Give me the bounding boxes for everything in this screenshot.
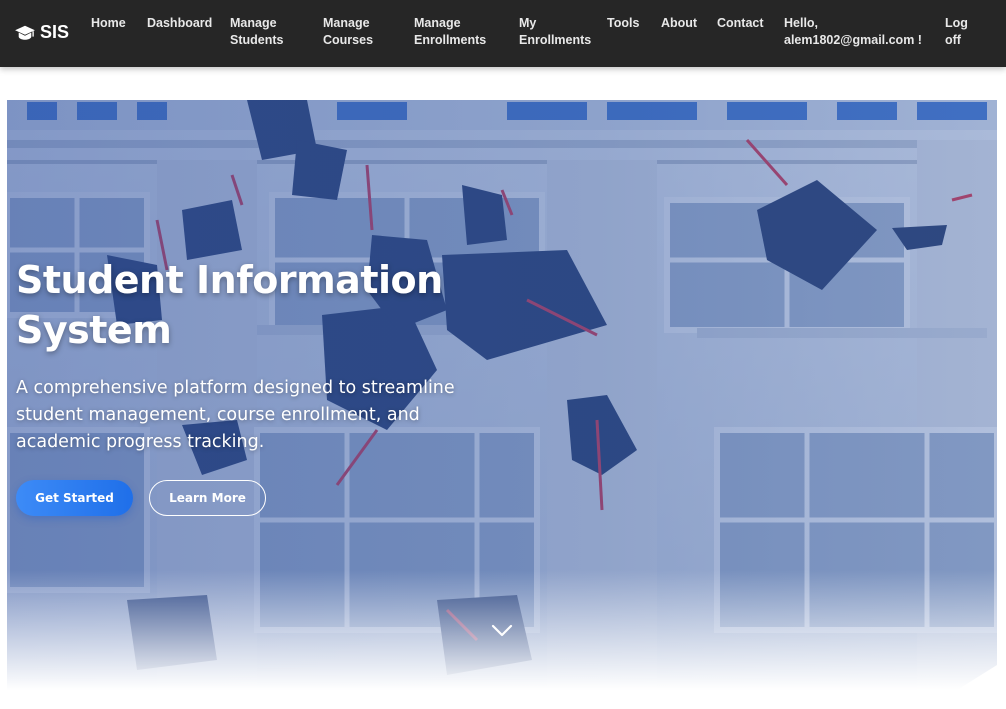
hero-title: Student Information System <box>16 258 443 352</box>
hero-section: Student Information System A comprehensi… <box>7 100 997 690</box>
chevron-down-icon[interactable] <box>491 624 513 638</box>
get-started-button[interactable]: Get Started <box>16 480 133 516</box>
nav-about[interactable]: About <box>661 15 697 32</box>
nav-dashboard[interactable]: Dashboard <box>147 15 212 32</box>
nav-contact[interactable]: Contact <box>717 15 764 32</box>
hero-subtitle: A comprehensive platform designed to str… <box>16 378 455 452</box>
nav-manage-enrollments[interactable]: Manage Enrollments <box>414 15 486 49</box>
user-greeting[interactable]: Hello, alem1802@gmail.com ! <box>784 15 922 49</box>
graduation-cap-icon <box>15 25 35 40</box>
nav-my-enrollments[interactable]: My Enrollments <box>519 15 591 49</box>
top-navbar: SIS Home Dashboard Manage Students Manag… <box>0 0 1006 67</box>
learn-more-button[interactable]: Learn More <box>149 480 266 516</box>
nav-home[interactable]: Home <box>91 15 126 32</box>
logoff-button[interactable]: Log off <box>945 15 968 49</box>
nav-tools[interactable]: Tools <box>607 15 639 32</box>
nav-manage-students[interactable]: Manage Students <box>230 15 283 49</box>
nav-manage-courses[interactable]: Manage Courses <box>323 15 373 49</box>
brand-label: SIS <box>40 22 70 42</box>
brand-link[interactable]: SIS <box>14 22 69 43</box>
